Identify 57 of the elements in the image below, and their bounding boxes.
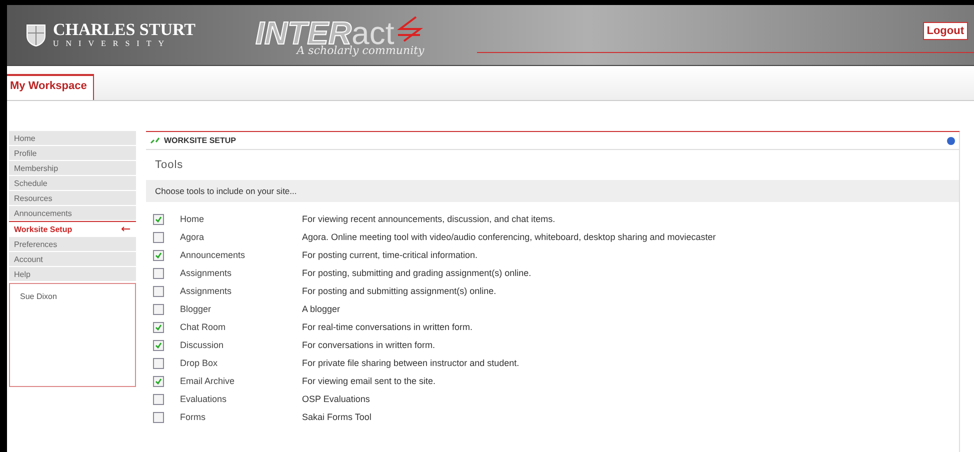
tool-name: Chat Room xyxy=(180,322,227,332)
tool-description: For posting current, time-critical information. xyxy=(302,250,478,260)
tool-description: For conversations in written form. xyxy=(302,340,436,350)
tool-description: For posting and submitting assignment(s) online. xyxy=(302,286,496,296)
tool-name: Announcements xyxy=(180,250,246,260)
tool-description: Agora. Online meeting tool with video/audio conferencing, whiteboard, desktop sharing and moviecaster xyxy=(302,232,716,242)
workspace-tab[interactable]: My Workspace xyxy=(7,74,94,100)
university-subtitle: UNIVERSITY xyxy=(53,39,172,49)
tool-name: Blogger xyxy=(180,304,212,314)
university-name: CHARLES STURT xyxy=(53,21,196,39)
sidebar-item[interactable]: Resources xyxy=(9,191,136,205)
tool-name: Evaluations xyxy=(180,394,228,404)
help-icon[interactable] xyxy=(947,136,955,144)
tool-name: Drop Box xyxy=(180,358,219,368)
sidebar-item[interactable]: Preferences xyxy=(9,237,136,251)
tool-name: Email Archive xyxy=(180,376,236,386)
sidebar-item[interactable]: Worksite Setup xyxy=(9,221,136,236)
instruction-text: Choose tools to include on your site... xyxy=(146,180,959,202)
sidebar-item[interactable]: Account xyxy=(9,252,136,266)
sidebar-item[interactable]: Schedule xyxy=(9,176,136,190)
sidebar-item[interactable]: Home xyxy=(9,131,136,145)
sidebar-item[interactable]: Announcements xyxy=(9,206,136,220)
checkbox[interactable] xyxy=(153,394,164,404)
checkbox[interactable] xyxy=(153,304,164,314)
checkbox[interactable] xyxy=(153,358,164,368)
logout-button[interactable]: Logout xyxy=(922,22,968,40)
tool-description: For private file sharing between instructor and student. xyxy=(302,358,520,368)
tool-description: A blogger xyxy=(302,304,340,314)
tool-name: Discussion xyxy=(180,340,225,350)
tool-name: Agora xyxy=(180,232,206,242)
tool-description: For viewing recent announcements, discussion, and chat items. xyxy=(302,214,556,224)
tool-description: For viewing email sent to the site. xyxy=(302,376,436,386)
tool-name: Home xyxy=(180,214,206,224)
tool-name: Assignments xyxy=(180,268,233,278)
tool-description: Sakai Forms Tool xyxy=(302,412,372,422)
checkbox[interactable] xyxy=(153,286,164,296)
checkbox[interactable] xyxy=(153,268,164,278)
tool-description: OSP Evaluations xyxy=(302,394,370,404)
sidebar-item[interactable]: Membership xyxy=(9,161,136,175)
tool-name: Assignments xyxy=(180,286,233,296)
tool-name: Forms xyxy=(180,412,206,422)
checkbox[interactable] xyxy=(153,412,164,422)
checkbox[interactable] xyxy=(153,232,164,242)
checkbox[interactable] xyxy=(153,340,164,350)
arrow-icon xyxy=(121,226,130,232)
sidebar-item[interactable]: Help xyxy=(9,267,136,281)
user-name: Sue Dixon xyxy=(20,292,57,301)
panel-title: WORKSITE SETUP xyxy=(164,136,236,145)
checkbox[interactable] xyxy=(153,250,164,260)
section-heading: Tools xyxy=(154,158,184,173)
crest-icon xyxy=(25,23,47,47)
tool-description: For real-time conversations in written form. xyxy=(302,322,473,332)
sidebar-item[interactable]: Profile xyxy=(9,146,136,160)
tool-description: For posting, submitting and grading assignment(s) online. xyxy=(302,268,532,278)
checkbox[interactable] xyxy=(153,214,164,224)
checkbox[interactable] xyxy=(153,322,164,332)
checkbox[interactable] xyxy=(153,376,164,386)
